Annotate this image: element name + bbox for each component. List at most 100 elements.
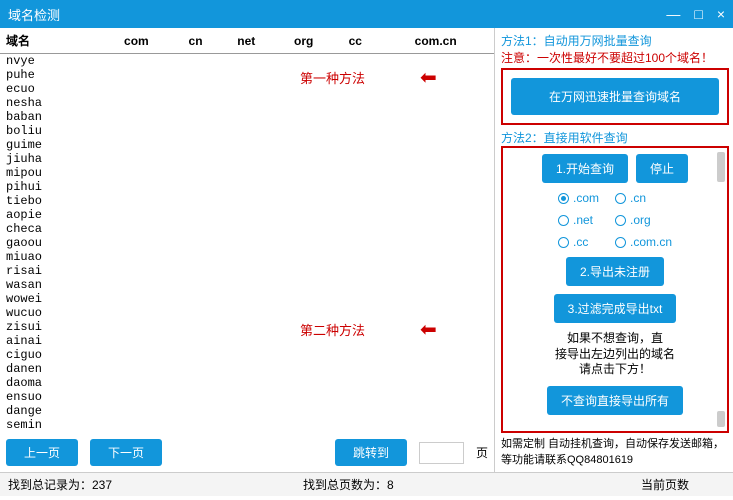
table-row[interactable]: jiuha (0, 152, 494, 166)
tld-label: .cn (630, 191, 646, 205)
col-header[interactable]: org (274, 28, 333, 54)
tld-group: .com.cn.net.org.cc.com.cn (558, 191, 672, 249)
minimize-button[interactable]: — (666, 6, 680, 22)
domain-cell: checa (0, 222, 100, 236)
stop-button[interactable]: 停止 (636, 154, 688, 183)
domain-cell: daoma (0, 376, 100, 390)
table-row[interactable]: daoma (0, 376, 494, 390)
domain-cell: semin (0, 418, 100, 432)
domain-cell: wasan (0, 278, 100, 292)
table-row[interactable]: danen (0, 362, 494, 376)
method1-label: 方法1：自动用万网批量查询 (501, 32, 729, 49)
left-panel: 域名comcnnetorgcccom.cn nvyepuheecuoneshab… (0, 28, 495, 472)
domain-cell: nesha (0, 96, 100, 110)
tld-option[interactable]: .org (615, 213, 672, 227)
domain-cell: mipou (0, 166, 100, 180)
table-row[interactable]: pihui (0, 180, 494, 194)
domain-cell: tiebo (0, 194, 100, 208)
tld-label: .org (630, 213, 651, 227)
table-row[interactable]: risai (0, 264, 494, 278)
table-row[interactable]: gaoou (0, 236, 494, 250)
table-row[interactable]: ensuo (0, 390, 494, 404)
scrollbar-thumb[interactable] (717, 152, 725, 182)
table-row[interactable]: boliu (0, 124, 494, 138)
page-suffix: 页 (476, 444, 488, 461)
tld-option[interactable]: .com.cn (615, 235, 672, 249)
domain-cell: pihui (0, 180, 100, 194)
radio-icon (558, 193, 569, 204)
radio-icon (615, 215, 626, 226)
titlebar: 域名检测 — □ × (0, 0, 733, 28)
tld-label: .com (573, 191, 599, 205)
table-row[interactable]: aopie (0, 208, 494, 222)
domain-cell: wucuo (0, 306, 100, 320)
domain-cell: danen (0, 362, 100, 376)
tld-option[interactable]: .net (558, 213, 599, 227)
wanwang-query-button[interactable]: 在万网迅速批量查询域名 (511, 78, 719, 115)
tld-label: .cc (573, 235, 588, 249)
tip-text: 如果不想查询，直接导出左边列出的域名请点击下方！ (555, 331, 675, 378)
table-row[interactable]: miuao (0, 250, 494, 264)
tld-option[interactable]: .com (558, 191, 599, 205)
radio-icon (615, 193, 626, 204)
arrow-icon: ⬅ (420, 320, 437, 340)
table-row[interactable]: nesha (0, 96, 494, 110)
prev-page-button[interactable]: 上一页 (6, 439, 78, 466)
status-total: 找到总记录为：237 (0, 476, 295, 493)
jump-button[interactable]: 跳转到 (335, 439, 407, 466)
export-unregistered-button[interactable]: 2.导出未注册 (566, 257, 664, 286)
status-current: 当前页数 (633, 476, 733, 493)
domain-cell: ensuo (0, 390, 100, 404)
arrow-icon: ⬅ (420, 68, 437, 88)
domain-cell: ciguo (0, 348, 100, 362)
next-page-button[interactable]: 下一页 (90, 439, 162, 466)
method1-note: 注意：一次性最好不要超过100个域名！ (501, 49, 729, 66)
scrollbar-thumb[interactable] (717, 411, 725, 427)
annotation-method2: 第二种方法 (300, 320, 365, 339)
direct-export-button[interactable]: 不查询直接导出所有 (547, 386, 683, 415)
window-title: 域名检测 (8, 5, 666, 24)
col-header[interactable]: 域名 (0, 28, 100, 54)
col-header[interactable]: cn (173, 28, 219, 54)
status-pages: 找到总页数为：8 (295, 476, 633, 493)
col-header[interactable]: com.cn (377, 28, 494, 54)
table-row[interactable]: ciguo (0, 348, 494, 362)
domain-cell: risai (0, 264, 100, 278)
tld-label: .com.cn (630, 235, 672, 249)
start-query-button[interactable]: 1.开始查询 (542, 154, 628, 183)
table-row[interactable]: wowei (0, 292, 494, 306)
table-row[interactable]: n—1 (0, 432, 494, 433)
table-row[interactable]: wasan (0, 278, 494, 292)
tld-option[interactable]: .cn (615, 191, 672, 205)
col-header[interactable]: net (218, 28, 274, 54)
domain-cell: puhe (0, 68, 100, 82)
table-row[interactable]: dange (0, 404, 494, 418)
table-row[interactable]: tiebo (0, 194, 494, 208)
method1-box: 在万网迅速批量查询域名 (501, 68, 729, 125)
table-row[interactable]: wucuo (0, 306, 494, 320)
table-row[interactable]: baban (0, 110, 494, 124)
domain-cell: baban (0, 110, 100, 124)
col-header[interactable]: com (100, 28, 173, 54)
domain-cell: ecuo (0, 82, 100, 96)
domain-cell: nvye (0, 54, 100, 69)
maximize-button[interactable]: □ (694, 6, 702, 22)
footer-note: 如需定制 自动挂机查询，自动保存发送邮箱，等功能请联系QQ84801619 (501, 433, 729, 472)
table-row[interactable]: nvye (0, 54, 494, 69)
right-panel: 方法1：自动用万网批量查询 注意：一次性最好不要超过100个域名！ 在万网迅速批… (495, 28, 733, 472)
domain-cell: guime (0, 138, 100, 152)
tld-option[interactable]: .cc (558, 235, 599, 249)
table-row[interactable]: guime (0, 138, 494, 152)
tld-label: .net (573, 213, 593, 227)
table-row[interactable]: checa (0, 222, 494, 236)
domain-cell: miuao (0, 250, 100, 264)
domain-cell: dange (0, 404, 100, 418)
col-header[interactable]: cc (333, 28, 377, 54)
domain-cell: gaoou (0, 236, 100, 250)
filter-export-txt-button[interactable]: 3.过滤完成导出txt (554, 294, 677, 323)
table-row[interactable]: semin (0, 418, 494, 432)
table-row[interactable]: mipou (0, 166, 494, 180)
page-number-input[interactable] (419, 442, 464, 464)
method2-label: 方法2：直接用软件查询 (501, 129, 729, 146)
close-button[interactable]: × (717, 6, 725, 22)
